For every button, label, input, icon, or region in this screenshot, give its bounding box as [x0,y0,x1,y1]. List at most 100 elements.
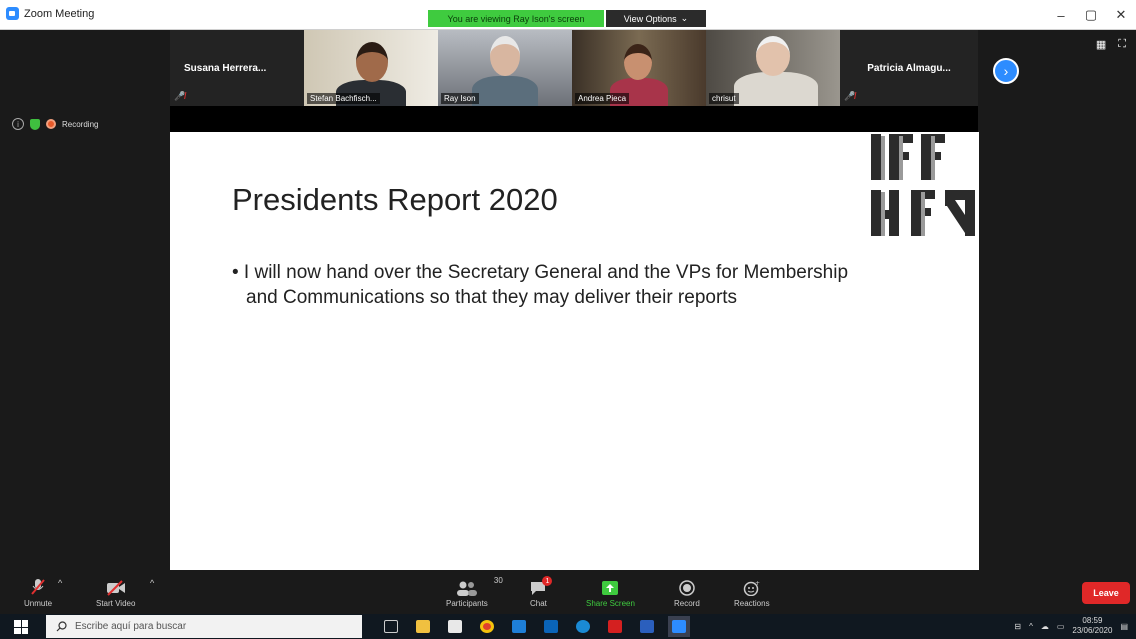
svg-text:+: + [755,580,760,587]
maximize-button[interactable]: ▢ [1076,0,1106,30]
leave-meeting-button[interactable]: Leave [1082,582,1130,604]
acrobat-icon[interactable] [604,616,626,637]
video-off-icon [106,576,126,596]
chrome-icon[interactable] [476,616,498,637]
person-head [756,36,790,76]
chat-icon: 1 [530,576,553,596]
task-view-icon[interactable] [380,616,402,637]
clock[interactable]: 08:59 23/06/2020 [1072,616,1112,636]
zoom-logo-icon [6,7,19,20]
taskbar-apps [380,616,690,637]
taskbar-search-box[interactable]: Escribe aquí para buscar [46,615,362,638]
window-title: Zoom Meeting [24,7,95,20]
word-icon[interactable] [636,616,658,637]
outlook-icon[interactable] [540,616,562,637]
start-video-button[interactable]: Start Video [96,576,135,608]
view-controls: ▦ ⛶ [1096,38,1126,51]
meeting-status: i Recording [12,118,98,130]
recording-label: Recording [62,119,99,129]
participant-name: Stefan Bachfisch... [307,93,380,104]
edge-icon[interactable] [572,616,594,637]
fullscreen-icon[interactable]: ⛶ [1118,38,1126,51]
unmute-label: Unmute [24,599,53,608]
record-icon [679,576,695,596]
iffr-logo [871,134,975,236]
windows-taskbar: Escribe aquí para buscar ⊟ ^ ☁ ▭ 08:59 2… [0,614,1136,639]
participant-name: Patricia Almagu... [867,62,951,74]
search-placeholder: Escribe aquí para buscar [75,621,187,632]
meeting-toolbar: Unmute ^ Start Video ^ 30 Participants 1… [0,576,1136,614]
reactions-label: Reactions [734,599,770,608]
mic-muted-icon: 🎤̸ [174,91,186,101]
participant-video-tile[interactable]: Andrea Pieca [572,30,706,106]
record-button[interactable]: Record [674,576,700,608]
view-options-button[interactable]: View Options ⌄ [606,10,706,27]
gallery-view-icon[interactable]: ▦ [1096,38,1106,51]
audio-options-caret-icon[interactable]: ^ [58,578,62,588]
minimize-button[interactable]: – [1046,0,1076,30]
participant-name: Andrea Pieca [575,93,630,104]
window-controls: – ▢ ✕ [1046,0,1136,30]
reactions-button[interactable]: + Reactions [734,576,770,608]
person-head [490,36,520,76]
participant-video-tile[interactable]: chrisut [706,30,840,106]
recording-icon [46,119,56,129]
participant-gallery: Susana Herrera... 🎤̸ Stefan Bachfisch...… [170,30,978,106]
participants-label: Participants [446,599,488,608]
next-gallery-page-button[interactable]: › [993,58,1019,84]
reactions-icon: + [743,576,761,596]
shared-slide: Presidents Report 2020 • I will now hand… [170,132,979,570]
unmute-button[interactable]: Unmute [24,576,52,608]
shared-screen-top-band [170,106,978,132]
info-icon[interactable]: i [12,118,24,130]
share-screen-label: Share Screen [586,599,635,608]
store-icon[interactable] [444,616,466,637]
mic-muted-icon [30,576,46,596]
onedrive-icon[interactable]: ☁ [1041,622,1049,631]
chevron-right-icon: › [1003,63,1009,79]
system-tray: ⊟ ^ ☁ ▭ 08:59 23/06/2020 ▤ [1014,616,1128,636]
participant-tile[interactable]: Patricia Almagu... 🎤̸ [840,30,978,106]
close-button[interactable]: ✕ [1106,0,1136,30]
participant-name: Susana Herrera... [184,62,267,74]
chat-button[interactable]: 1 Chat [530,576,553,608]
video-options-caret-icon[interactable]: ^ [150,578,154,588]
participants-icon: 30 [456,576,503,596]
participant-video-tile[interactable]: Ray Ison [438,30,572,106]
record-label: Record [674,599,700,608]
notifications-icon[interactable]: ▤ [1120,622,1128,631]
mail-icon[interactable] [508,616,530,637]
chevron-down-icon: ⌄ [680,13,689,23]
person-torso [734,72,818,106]
slide-bullet: • I will now hand over the Secretary Gen… [232,262,849,308]
chat-label: Chat [530,599,547,608]
tray-expand-icon[interactable]: ^ [1029,622,1033,631]
participant-tile[interactable]: Susana Herrera... 🎤̸ [170,30,304,106]
participant-name: chrisut [709,93,739,104]
network-icon[interactable]: ▭ [1057,622,1065,631]
person-head [624,44,652,80]
viewing-screen-banner: You are viewing Ray Ison's screen [428,10,604,27]
participant-video-tile[interactable]: Stefan Bachfisch... [304,30,438,106]
security-shield-icon[interactable] [30,118,40,130]
participants-count: 30 [493,576,503,585]
start-video-label: Start Video [96,599,136,608]
clock-time: 08:59 [1082,616,1103,625]
share-screen-button[interactable]: Share Screen [586,576,635,608]
clock-date: 23/06/2020 [1072,626,1113,635]
participants-button[interactable]: 30 Participants [446,576,503,608]
slide-title: Presidents Report 2020 [232,182,558,217]
zoom-app-icon[interactable] [668,616,690,637]
tray-icon[interactable]: ⊟ [1014,622,1021,631]
share-screen-icon [601,576,619,596]
app-title: Zoom Meeting [6,7,94,20]
mic-muted-icon: 🎤̸ [844,91,856,101]
view-options-label: View Options [623,13,677,24]
person-torso [472,76,538,106]
chat-badge: 1 [542,576,553,586]
search-icon [56,621,67,632]
file-explorer-icon[interactable] [412,616,434,637]
person-head [356,42,388,82]
windows-start-icon[interactable] [14,620,28,634]
participant-name: Ray Ison [441,93,479,104]
